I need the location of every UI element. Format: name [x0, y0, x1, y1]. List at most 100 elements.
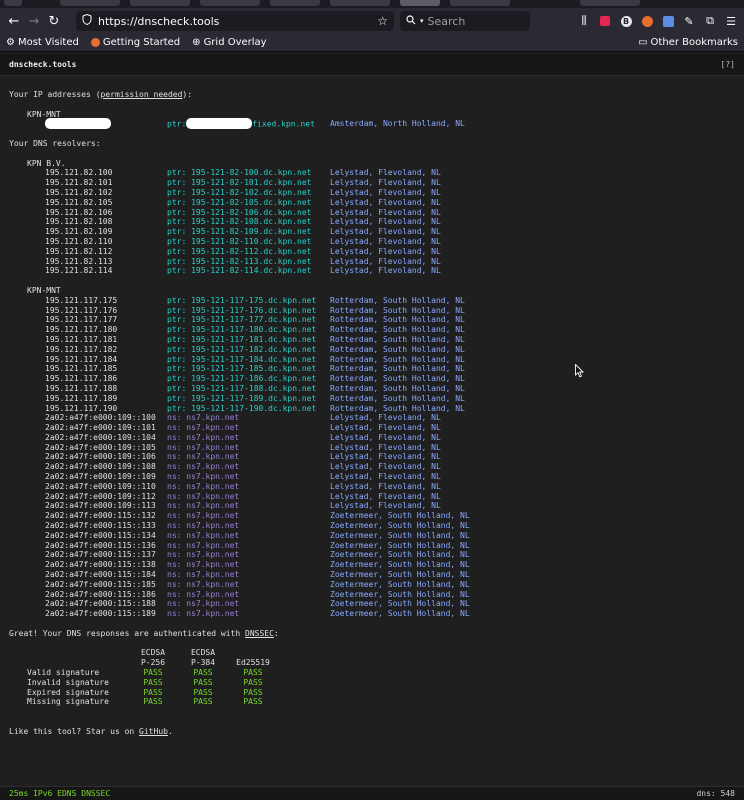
firefox-extension-icon[interactable]	[638, 12, 656, 30]
resolver-ip: 2a02:a47f:e000:109::104	[45, 432, 156, 442]
resolver-ip: 2a02:a47f:e000:109::101	[45, 423, 156, 433]
browser-tab-active[interactable]	[400, 0, 440, 6]
resolver-row: 2a02:a47f:e000:109::112 ns: ns7.kpn.net Le…	[9, 492, 735, 502]
forward-icon[interactable]: →	[24, 11, 44, 31]
resolver-ip: 2a02:a47f:e000:115::188	[45, 599, 156, 609]
resolver-row: 195.121.117.185 ptr: 195-121-117-185.dc.k…	[9, 364, 735, 374]
resolver-ns: ns: ns7.kpn.net	[167, 501, 240, 511]
resolver-location: Lelystad, Flevoland, NL	[330, 207, 441, 217]
toolbar-icons: ⫼ B ✎ ⧉ ☰	[575, 12, 740, 30]
resolver-ptr: ptr: 195-121-117-175.dc.kpn.net	[167, 295, 317, 305]
resolver-ip: 2a02:a47f:e000:115::184	[45, 570, 156, 580]
resolver-row: 2a02:a47f:e000:109::109 ns: ns7.kpn.net Le…	[9, 472, 735, 482]
resolver-ns: ns: ns7.kpn.net	[167, 491, 240, 501]
resolver-location: Lelystad, Flevoland, NL	[330, 462, 441, 472]
resolver-row: 2a02:a47f:e000:109::106 ns: ns7.kpn.net Le…	[9, 452, 735, 462]
resolver-location: Zoetermeer, South Holland, NL	[330, 609, 470, 619]
browser-tab[interactable]	[330, 0, 390, 6]
back-icon[interactable]: ←	[4, 11, 24, 31]
dnssec-heading: Great! Your DNS responses are authentica…	[9, 628, 279, 639]
browser-tab[interactable]	[450, 0, 510, 6]
extension-icon[interactable]: ✎	[680, 12, 698, 30]
other-bookmarks[interactable]: ▭ Other Bookmarks	[638, 37, 738, 48]
resolver-row: 2a02:a47f:e000:115::186 ns: ns7.kpn.net Zo…	[9, 590, 735, 600]
resolver-org: KPN B.V.	[27, 158, 66, 168]
footer-status: 25ms IPv6 EDNS DNSSEC	[9, 788, 111, 798]
star-icon[interactable]: ☆	[377, 14, 388, 28]
resolver-ip: 2a02:a47f:e000:115::189	[45, 609, 156, 619]
resolver-location: Lelystad, Flevoland, NL	[330, 423, 441, 433]
resolver-row: 195.121.82.108 ptr: 195-121-82-108.dc.kpn…	[9, 217, 735, 227]
browser-tab[interactable]	[60, 0, 120, 6]
ip-org: KPN-MNT	[27, 109, 61, 119]
globe-icon: ⊕	[192, 37, 201, 48]
resolver-ns: ns: ns7.kpn.net	[167, 452, 240, 462]
resolver-location: Zoetermeer, South Holland, NL	[330, 599, 470, 609]
resolver-row: 2a02:a47f:e000:109::113 ns: ns7.kpn.net Le…	[9, 501, 735, 511]
resolver-ip: 2a02:a47f:e000:109::110	[45, 481, 156, 491]
url-text[interactable]: https://dnscheck.tools	[98, 15, 371, 28]
firefox-icon	[90, 38, 100, 47]
resolver-row: 195.121.117.177 ptr: 195-121-117-177.dc.k…	[9, 315, 735, 325]
resolver-ip: 195.121.82.113	[45, 256, 113, 266]
bookmark-getting-started[interactable]: Getting Started	[90, 37, 180, 48]
dnssec-result: PASS	[243, 668, 263, 678]
chevron-down-icon[interactable]: ▾	[420, 17, 424, 25]
resolver-row: 195.121.82.110 ptr: 195-121-82-110.dc.kpn…	[9, 237, 735, 247]
resolver-ptr: ptr: 195-121-117-177.dc.kpn.net	[167, 315, 317, 325]
browser-tab[interactable]	[4, 0, 22, 6]
shield-icon[interactable]	[82, 13, 92, 28]
resolver-ip: 195.121.82.106	[45, 207, 113, 217]
menu-icon[interactable]: ☰	[722, 12, 740, 30]
github-link[interactable]: GitHub	[139, 727, 168, 737]
ip-row: ptr: fixed.kpn.net Amsterdam, North Holla…	[9, 118, 735, 130]
resolver-location: Lelystad, Flevoland, NL	[330, 413, 441, 423]
browser-tab[interactable]	[200, 0, 260, 6]
dnssec-link[interactable]: DNSSEC	[245, 629, 274, 639]
resolver-location: Lelystad, Flevoland, NL	[330, 256, 441, 266]
resolver-ns: ns: ns7.kpn.net	[167, 432, 240, 442]
resolver-location: Rotterdam, South Holland, NL	[330, 393, 465, 403]
permission-link[interactable]: permission needed	[101, 90, 183, 100]
resolver-row: 195.121.117.175 ptr: 195-121-117-175.dc.k…	[9, 296, 735, 306]
resolver-ns: ns: ns7.kpn.net	[167, 589, 240, 599]
browser-tab[interactable]	[270, 0, 320, 6]
reload-icon[interactable]: ↻	[44, 11, 64, 31]
resolver-row: 195.121.82.112 ptr: 195-121-82-112.dc.kpn…	[9, 247, 735, 257]
grid-extension-icon[interactable]	[659, 12, 677, 30]
resolver-ptr: ptr: 195-121-82-112.dc.kpn.net	[167, 246, 312, 256]
url-bar[interactable]: https://dnscheck.tools ☆	[76, 11, 394, 31]
help-link[interactable]: [?]	[721, 60, 735, 70]
resolver-ptr: ptr: 195-121-82-108.dc.kpn.net	[167, 217, 312, 227]
search-box[interactable]: ▾ Search	[400, 11, 530, 31]
resolver-ns: ns: ns7.kpn.net	[167, 579, 240, 589]
dnssec-result: PASS	[193, 677, 213, 687]
account-icon[interactable]: B	[617, 12, 635, 30]
resolver-ip: 2a02:a47f:e000:115::137	[45, 550, 156, 560]
resolver-location: Lelystad, Flevoland, NL	[330, 246, 441, 256]
library-icon[interactable]: ⫼	[575, 12, 593, 30]
resolver-row: 2a02:a47f:e000:115::138 ns: ns7.kpn.net Zo…	[9, 560, 735, 570]
resolver-row: 195.121.117.176 ptr: 195-121-117-176.dc.k…	[9, 306, 735, 316]
resolver-ptr: ptr: 195-121-117-182.dc.kpn.net	[167, 344, 317, 354]
resolver-ptr: ptr: 195-121-82-113.dc.kpn.net	[167, 256, 312, 266]
dnssec-col-header: ECDSA	[140, 648, 166, 658]
resolver-ip: 2a02:a47f:e000:115::138	[45, 560, 156, 570]
puzzle-icon[interactable]: ⧉	[701, 12, 719, 30]
container-icon[interactable]	[596, 12, 614, 30]
resolver-ip: 195.121.82.108	[45, 217, 113, 227]
bookmark-most-visited[interactable]: ⚙ Most Visited	[6, 37, 79, 48]
browser-tab[interactable]	[130, 0, 190, 6]
resolver-ns: ns: ns7.kpn.net	[167, 570, 240, 580]
resolver-row: 195.121.117.189 ptr: 195-121-117-189.dc.k…	[9, 394, 735, 404]
tab-strip[interactable]	[0, 0, 744, 8]
resolver-ip: 2a02:a47f:e000:115::136	[45, 540, 156, 550]
site-header: dnscheck.tools [?]	[0, 54, 744, 76]
dnssec-col-header: Ed25519	[236, 658, 270, 668]
site-title[interactable]: dnscheck.tools	[9, 60, 76, 70]
bookmark-grid-overlay[interactable]: ⊕ Grid Overlay	[192, 37, 266, 48]
dnssec-header-row-1: ECDSA ECDSA	[9, 648, 735, 658]
resolver-location: Zoetermeer, South Holland, NL	[330, 560, 470, 570]
browser-tab[interactable]	[580, 0, 640, 6]
resolver-ptr: ptr: 195-121-117-186.dc.kpn.net	[167, 374, 317, 384]
